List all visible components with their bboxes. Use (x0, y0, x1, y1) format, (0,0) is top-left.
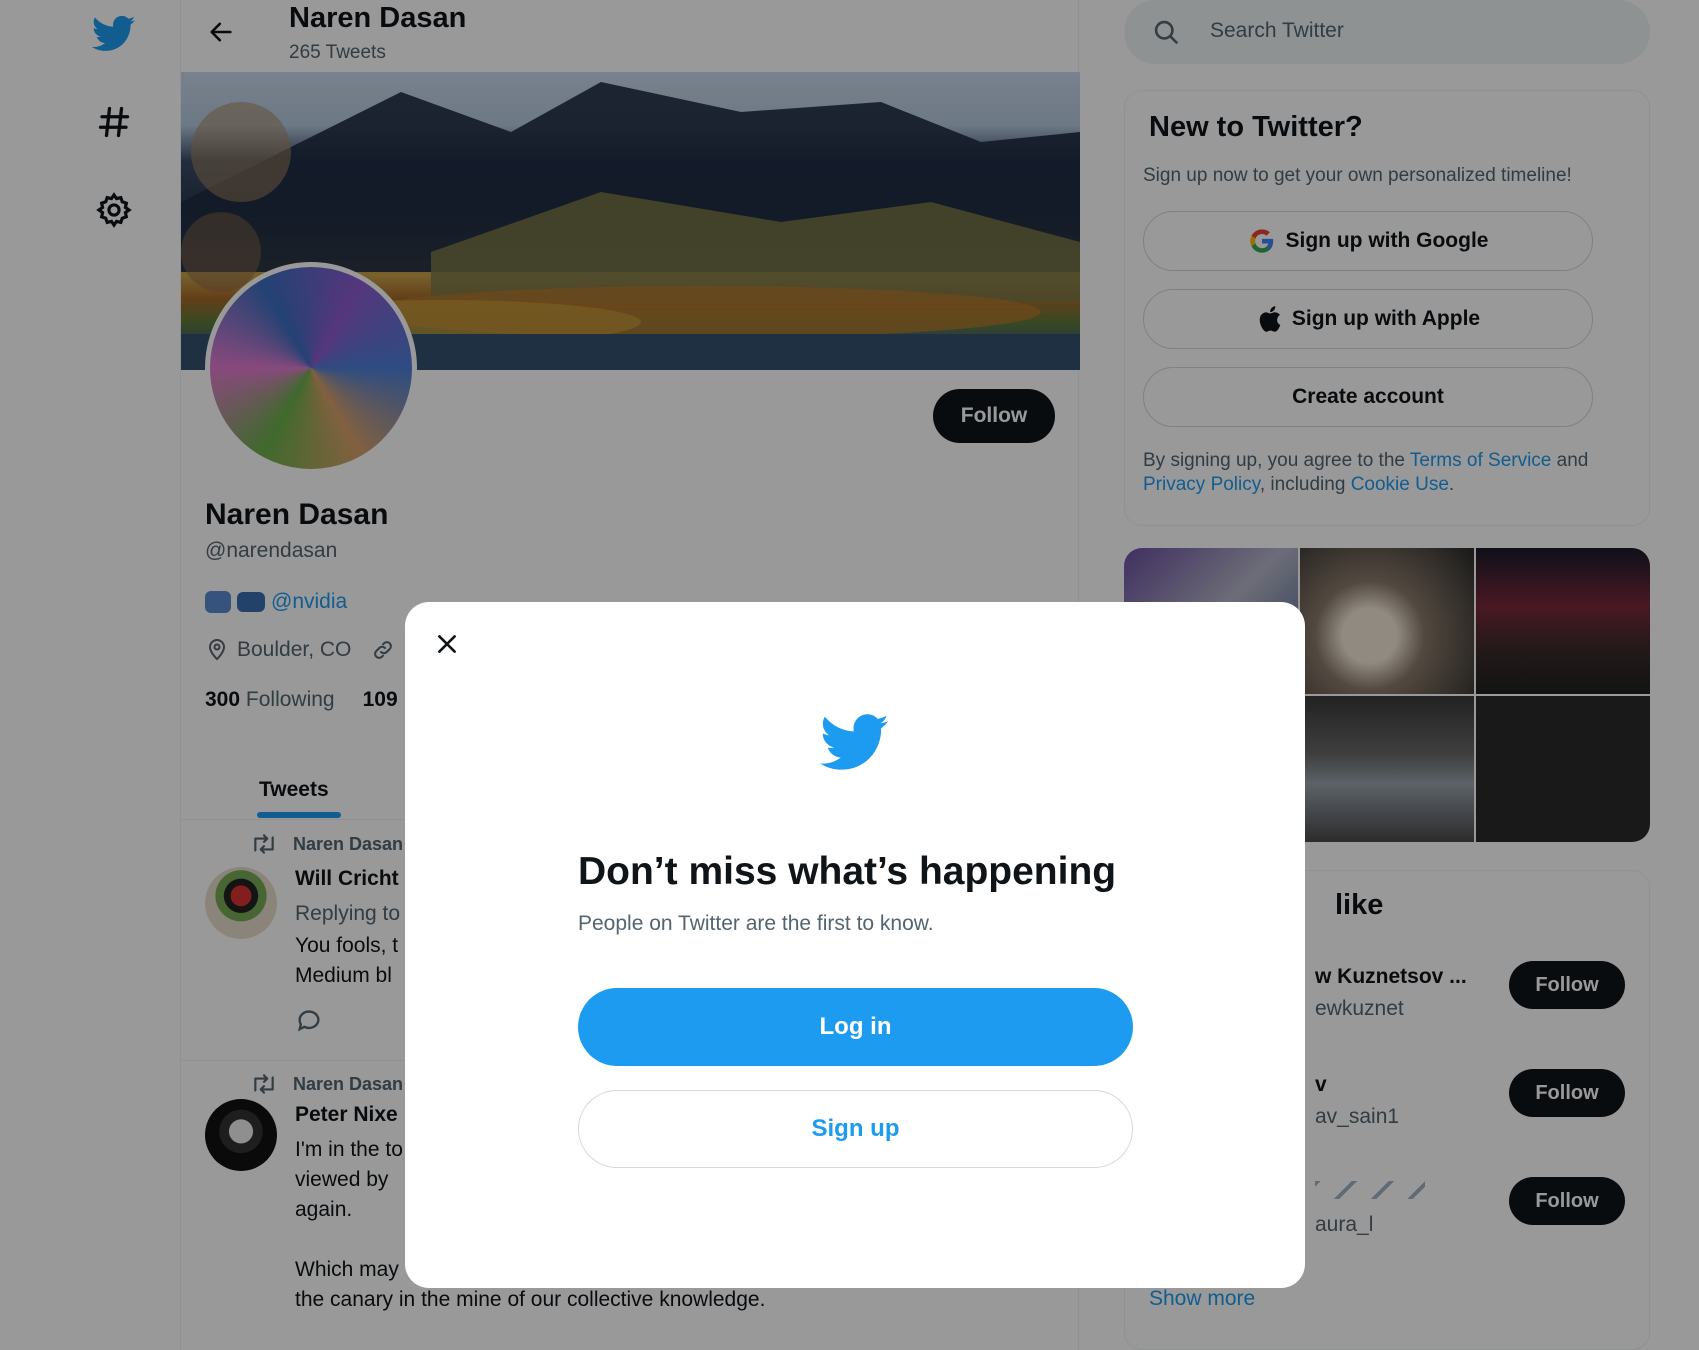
close-icon[interactable] (425, 622, 469, 666)
login-prompt-modal: Don’t miss what’s happening People on Tw… (405, 602, 1305, 1288)
twitter-bird-icon (819, 714, 890, 777)
modal-subtitle: People on Twitter are the first to know. (578, 912, 934, 935)
modal-title: Don’t miss what’s happening (578, 850, 1117, 893)
log-in-button[interactable]: Log in (578, 988, 1133, 1066)
sign-up-button[interactable]: Sign up (578, 1090, 1133, 1168)
